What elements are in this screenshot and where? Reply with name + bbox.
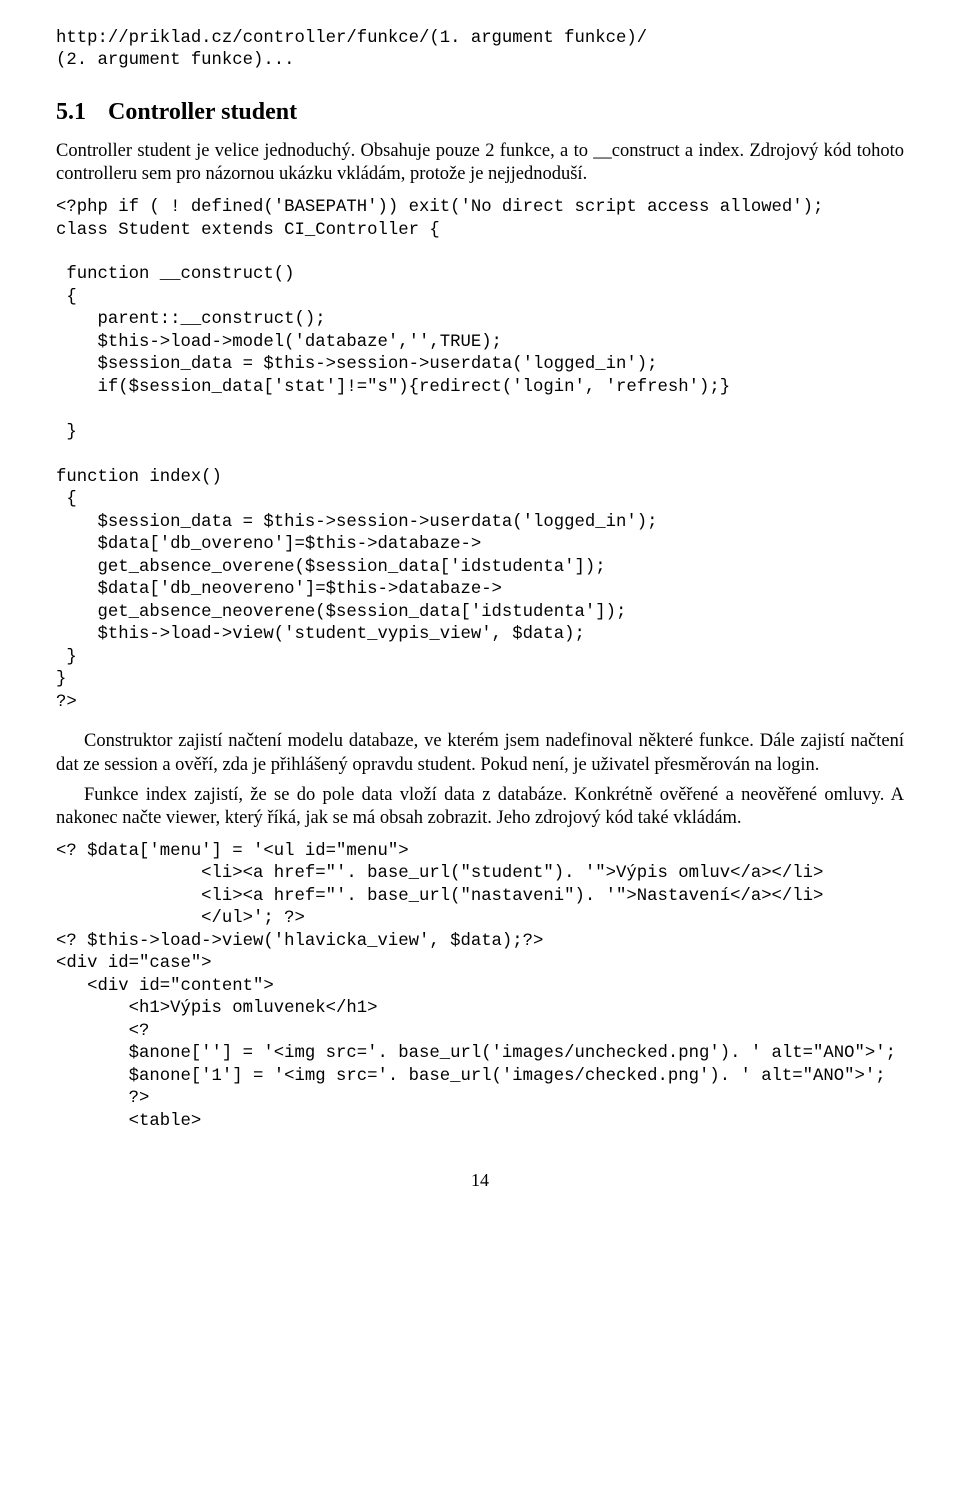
url-example-line1: http://priklad.cz/controller/funkce/(1. … [56,28,904,50]
code-block-1: <?php if ( ! defined('BASEPATH')) exit('… [56,197,904,714]
section-number: 5.1 [56,97,86,128]
paragraph-2: Construktor zajistí načtení modelu datab… [56,730,904,777]
code-block-2: <? $data['menu'] = '<ul id="menu"> <li><… [56,841,904,1133]
section-heading: 5.1 Controller student [56,97,904,128]
url-example-line2: (2. argument funkce)... [56,50,904,72]
paragraph-1: Controller student je velice jednoduchý.… [56,140,904,187]
page-number: 14 [56,1169,904,1192]
paragraph-3: Funkce index zajistí, že se do pole data… [56,784,904,831]
section-title: Controller student [108,99,297,125]
